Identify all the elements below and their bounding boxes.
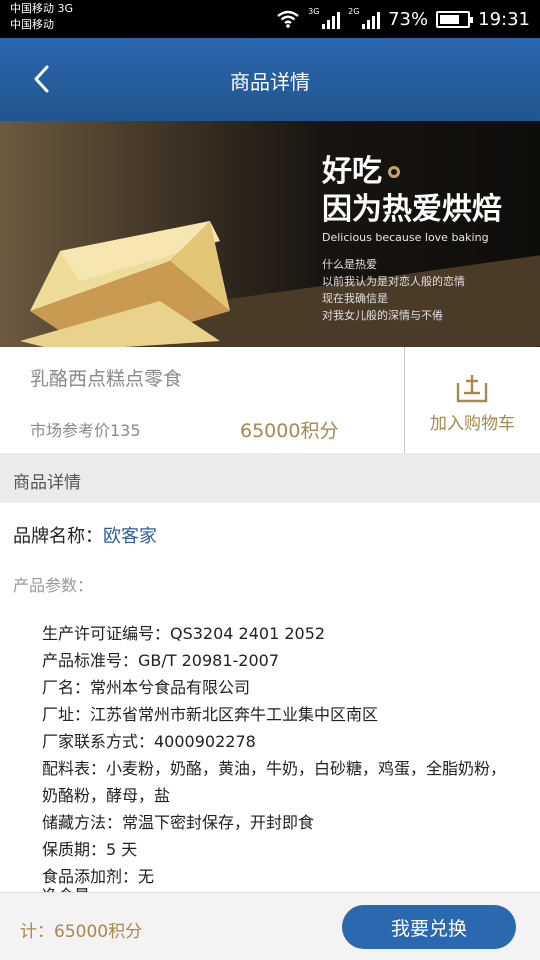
circle-icon [388, 166, 400, 178]
clock: 19:31 [478, 8, 530, 30]
params-list: 生产许可证编号：QS3204 2401 2052 产品标准号：GB/T 2098… [42, 620, 512, 890]
battery-fill [440, 14, 460, 24]
product-name: 乳酪西点糕点零食 [30, 368, 183, 390]
section-header: 商品详情 [0, 453, 540, 503]
page-title: 商品详情 [230, 70, 310, 94]
param-row: 食品添加剂：无 [42, 867, 155, 886]
param-row: 厂家联系方式：4000902278 [42, 732, 256, 751]
signal-icon: 3G [308, 7, 341, 29]
add-to-cart-label: 加入购物车 [430, 414, 515, 434]
banner-subline: Delicious because love baking [322, 231, 489, 244]
add-to-cart-button[interactable]: 加入购物车 [405, 347, 540, 453]
network-type-label: 2G [348, 7, 360, 16]
banner-carousel[interactable]: 好吃 因为热爱烘焙 Delicious because love baking … [0, 121, 540, 347]
param-row: 厂址：江苏省常州市新北区奔牛工业集中区南区 [42, 705, 379, 724]
param-row: 生产许可证编号：QS3204 2401 2052 [42, 624, 326, 643]
market-price: 市场参考价135 [30, 421, 141, 440]
section-title: 商品详情 [13, 473, 81, 493]
status-bar: 中国移动 3G 中国移动 3G 2G 73% 19:31 [0, 0, 540, 38]
carrier-label: 中国移动 3G [10, 2, 74, 15]
product-info: 乳酪西点糕点零食 市场参考价135 65000积分 加入购物车 [0, 347, 540, 453]
points-price: 65000积分 [240, 420, 339, 442]
total-points: 计：65000积分 [20, 922, 143, 942]
param-row: 储藏方法：常温下密封保存，开封即食 [42, 813, 315, 832]
banner-line: 以前我认为是对恋人般的恋情 [322, 275, 465, 288]
params-title: 产品参数： [13, 576, 94, 595]
banner-line: 现在我确信是 [322, 292, 388, 305]
param-row-cutoff: 净含量 [42, 882, 90, 892]
brand-label: 品牌名称： [13, 526, 103, 547]
wifi-icon [277, 10, 299, 28]
carrier-label: 中国移动 [10, 18, 54, 31]
banner-text: 好吃 因为热爱烘焙 Delicious because love baking … [322, 153, 502, 324]
banner-line: 对我女儿般的深情与不倦 [322, 309, 443, 322]
param-row: 产品标准号：GB/T 20981-2007 [42, 651, 280, 670]
param-row: 保质期：5 天 [42, 840, 138, 859]
brand-row: 品牌名称：欧客家 [13, 522, 157, 548]
banner-headline: 因为热爱烘焙 [322, 192, 502, 227]
network-type-label: 3G [308, 7, 320, 16]
signal-icon: 2G [348, 7, 381, 29]
param-row: 配料表：小麦粉，奶酪，黄油，牛奶，白砂糖，鸡蛋，全脂奶粉，奶酪粉，酵母，盐 [42, 759, 507, 805]
param-row: 厂名：常州本兮食品有限公司 [42, 678, 251, 697]
cake-image [20, 221, 230, 347]
banner-headline: 好吃 [322, 154, 382, 189]
redeem-button[interactable]: 我要兑换 [342, 905, 516, 949]
nav-bar: 商品详情 [0, 38, 540, 121]
battery-percent: 73% [388, 8, 429, 30]
battery-icon [436, 10, 474, 28]
brand-link[interactable]: 欧客家 [103, 526, 157, 547]
banner-line: 什么是热爱 [322, 258, 377, 271]
status-icons: 3G 2G 73% 19:31 [276, 5, 530, 33]
cart-icon [456, 375, 488, 403]
footer-bar: 计：65000积分 我要兑换 [0, 892, 540, 960]
